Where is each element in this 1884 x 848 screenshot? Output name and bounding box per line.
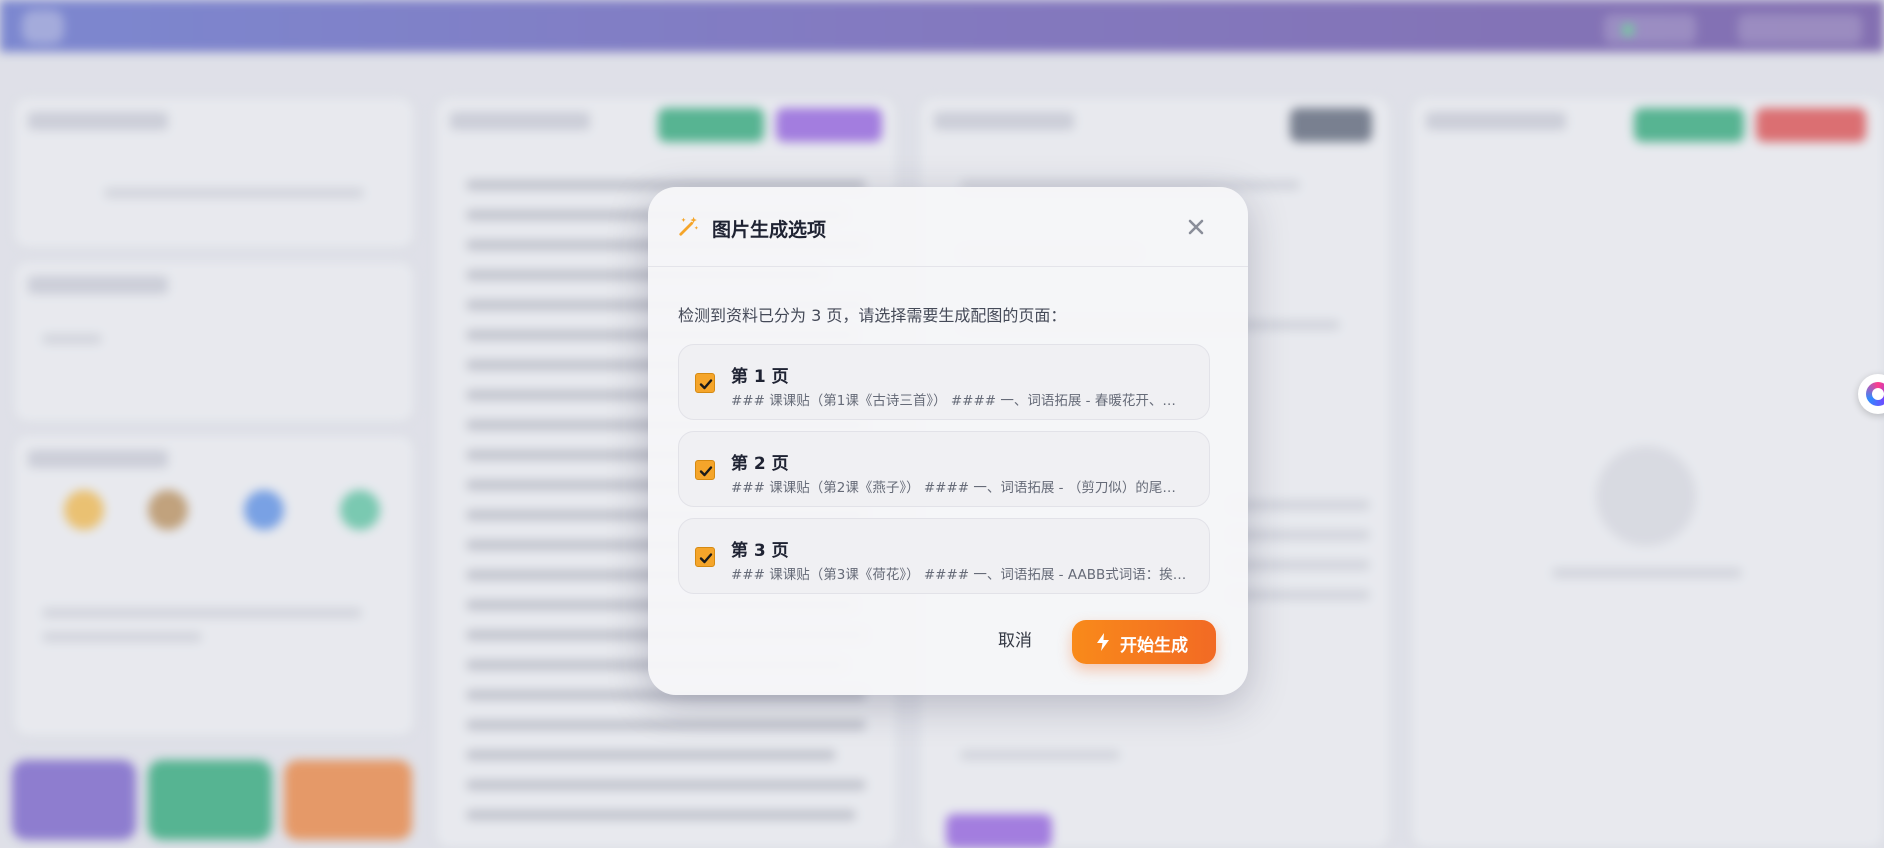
page-3-preview: ### 课课贴（第3课《荷花》） #### 一、词语拓展 - AABB式词语：挨… xyxy=(731,567,1187,583)
cancel-button[interactable]: 取消 xyxy=(980,619,1050,663)
page-3-checkbox[interactable] xyxy=(695,547,715,567)
dialog-instruction: 检测到资料已分为 3 页，请选择需要生成配图的页面： xyxy=(678,306,1067,325)
page-1-title: 第 1 页 xyxy=(731,367,789,387)
dialog-title: 图片生成选项 xyxy=(712,219,827,241)
checkmark-icon xyxy=(699,553,713,564)
page-2-checkbox[interactable] xyxy=(695,460,715,480)
assistant-fab-icon xyxy=(1866,382,1884,406)
page-option-3[interactable]: 第 3 页 ### 课课贴（第3课《荷花》） #### 一、词语拓展 - AAB… xyxy=(678,518,1210,594)
dialog-header: 图片生成选项 xyxy=(648,187,1248,267)
page-option-1[interactable]: 第 1 页 ### 课课贴（第1课《古诗三首》） #### 一、词语拓展 - 春… xyxy=(678,344,1210,420)
page-2-preview: ### 课课贴（第2课《燕子》） #### 一、词语拓展 - （剪刀似）的尾… xyxy=(731,480,1176,496)
image-generation-dialog: 图片生成选项 检测到资料已分为 3 页，请选择需要生成配图的页面： 第 1 页 … xyxy=(648,187,1248,695)
checkmark-icon xyxy=(699,379,713,390)
close-icon[interactable] xyxy=(1184,215,1208,239)
page-2-title: 第 2 页 xyxy=(731,454,789,474)
lightning-icon xyxy=(1097,633,1109,651)
page-1-preview: ### 课课贴（第1课《古诗三首》） #### 一、词语拓展 - 春暖花开、… xyxy=(731,393,1176,409)
start-generate-label: 开始生成 xyxy=(1120,636,1188,656)
page-1-checkbox[interactable] xyxy=(695,373,715,393)
page-option-2[interactable]: 第 2 页 ### 课课贴（第2课《燕子》） #### 一、词语拓展 - （剪刀… xyxy=(678,431,1210,507)
checkmark-icon xyxy=(699,466,713,477)
page-3-title: 第 3 页 xyxy=(731,541,789,561)
start-generate-button[interactable]: 开始生成 xyxy=(1072,620,1216,664)
magic-wand-icon xyxy=(679,216,699,236)
